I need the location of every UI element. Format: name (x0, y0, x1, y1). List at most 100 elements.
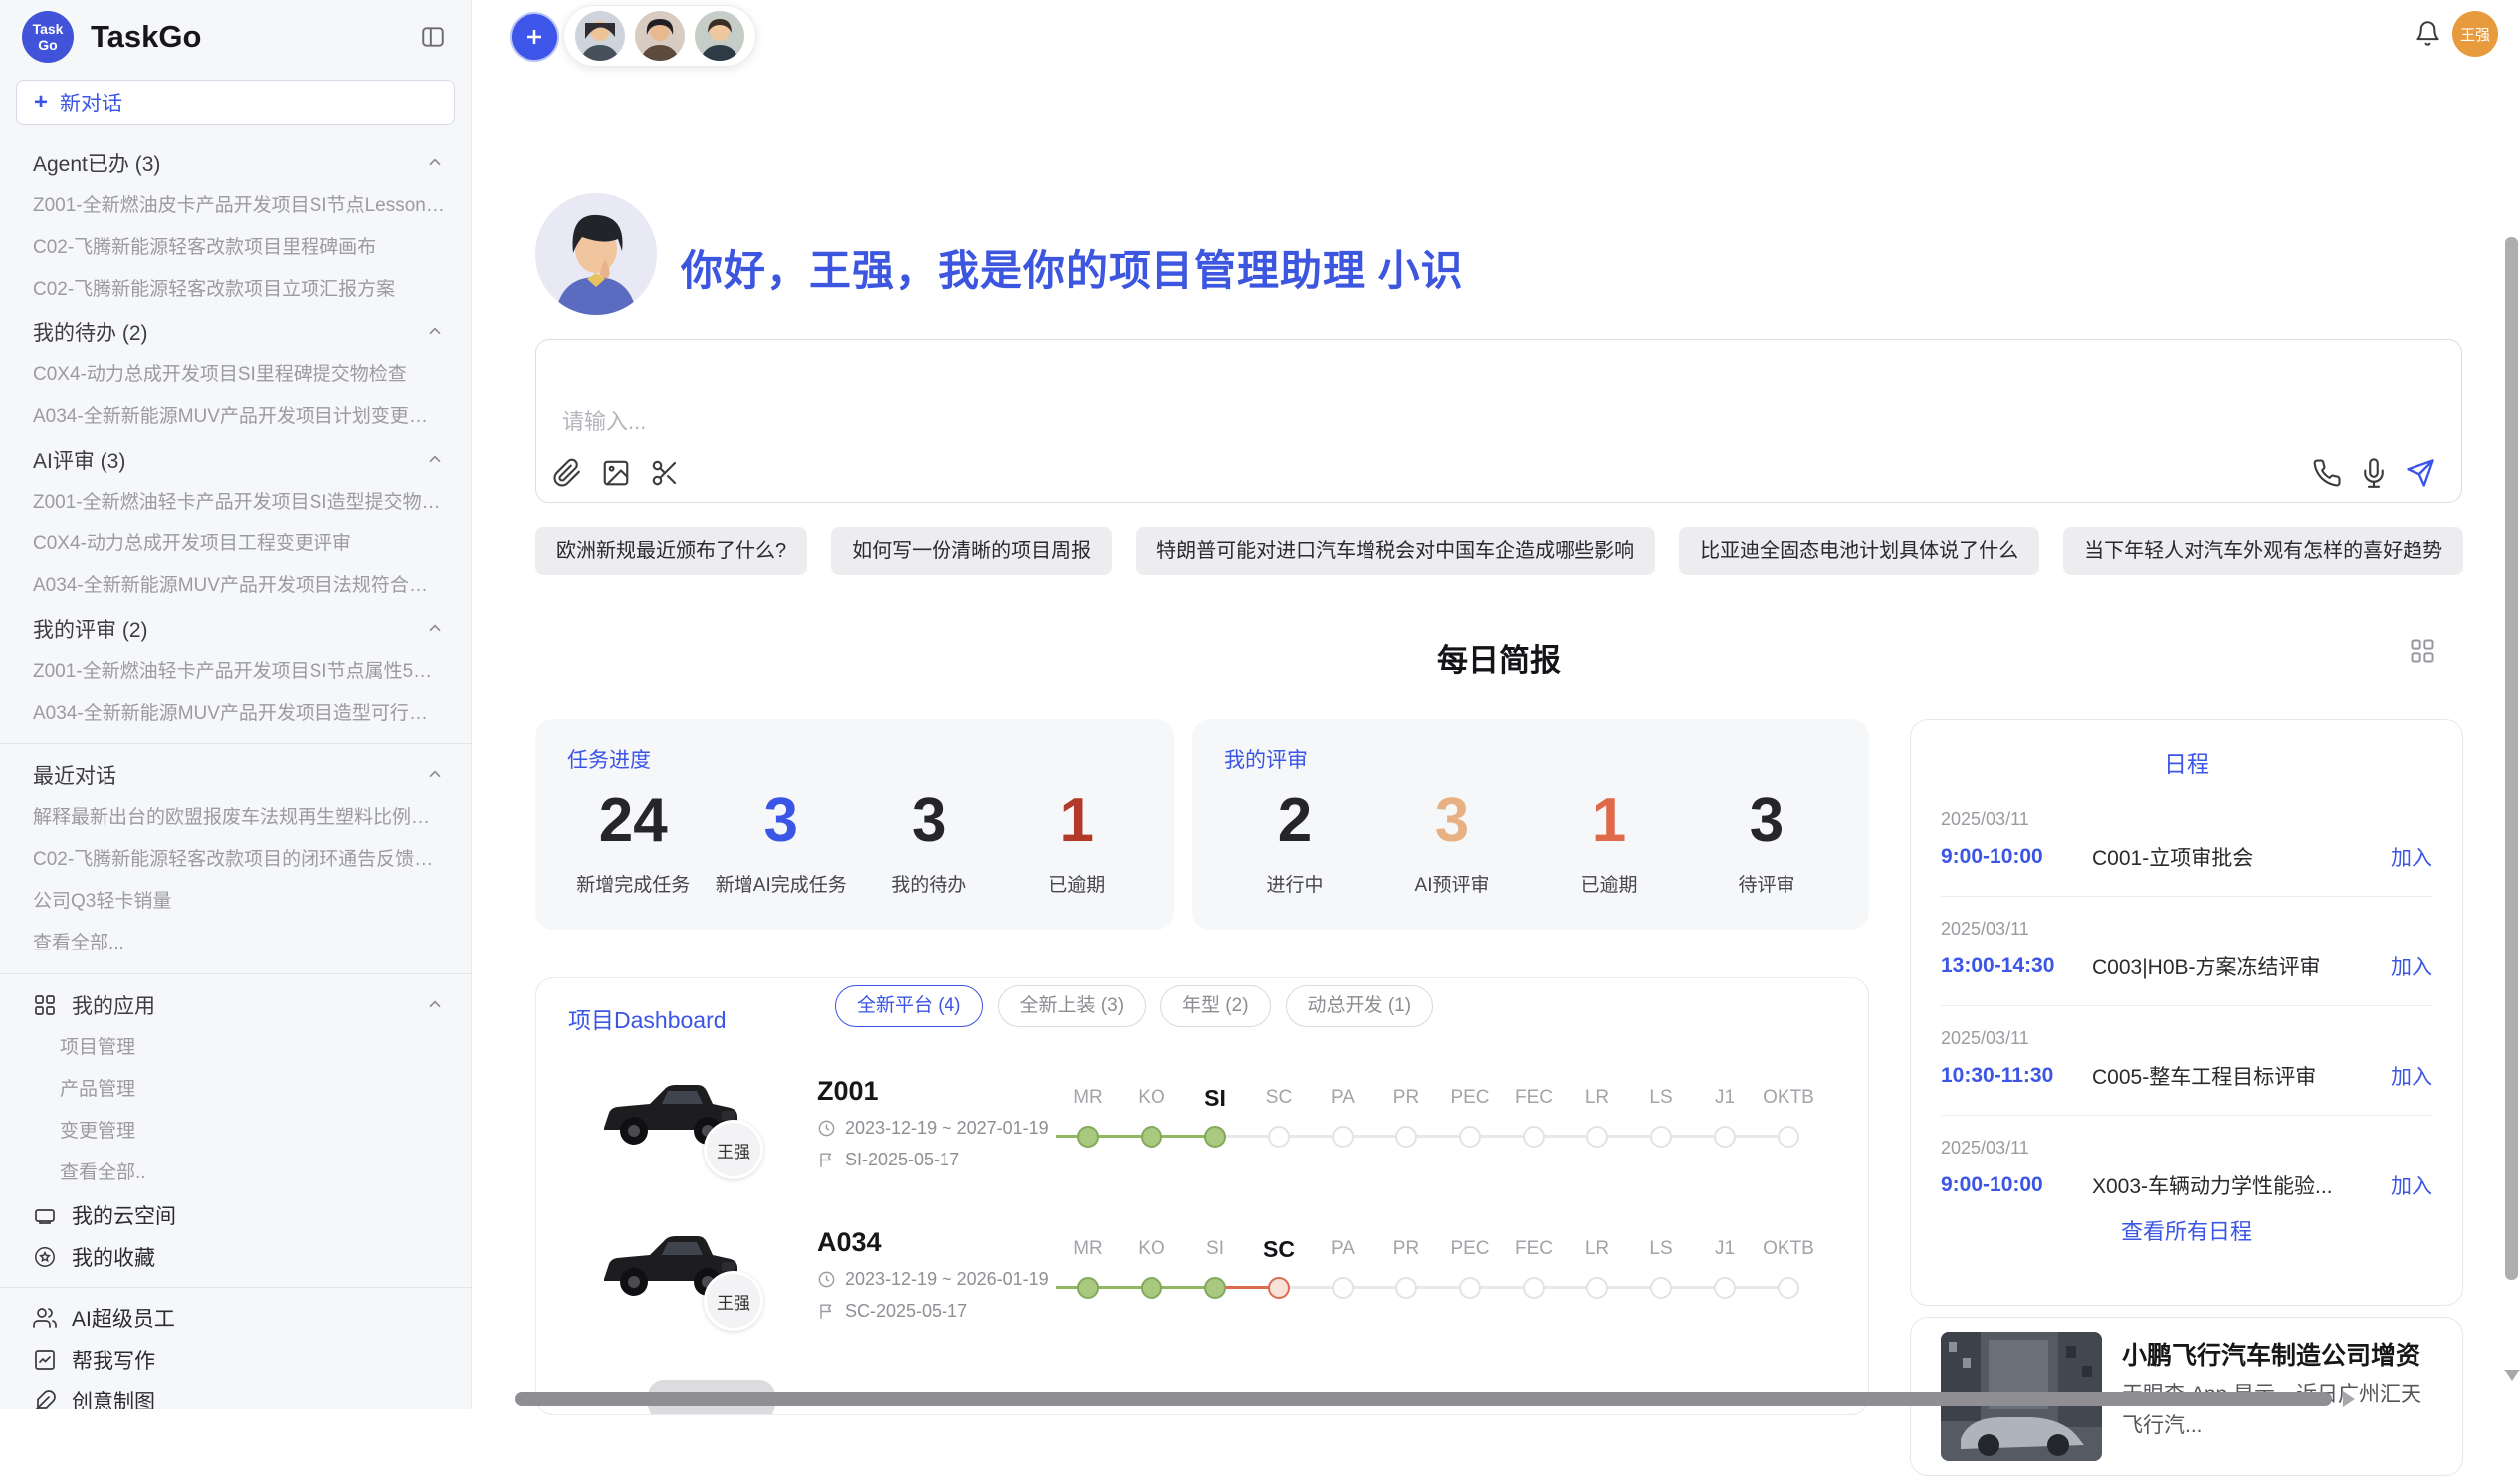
join-link[interactable]: 加入 (2391, 951, 2432, 981)
sidebar-item[interactable]: 项目管理 (0, 1027, 471, 1069)
schedule-item[interactable]: 2025/03/119:00-10:00C001-立项审批会加入 (1941, 809, 2432, 872)
join-link[interactable]: 加入 (2391, 1170, 2432, 1200)
message-composer[interactable]: 请输入... (535, 339, 2462, 503)
sidebar-item[interactable]: C02-飞腾新能源轻客改款项目立项汇报方案 (0, 269, 471, 311)
project-row[interactable]: 王强Z0012023-12-19 ~ 2027-01-19SI-2025-05-… (536, 1054, 1868, 1195)
new-session-button[interactable] (512, 14, 557, 60)
sidebar-tool-pen[interactable]: 创意制图 (0, 1380, 471, 1409)
filter-chip[interactable]: 全新平台 (4) (835, 985, 983, 1027)
scroll-down-arrow[interactable] (2504, 1370, 2520, 1381)
sidebar-section-header[interactable]: 最近对话 (0, 753, 471, 797)
sidebar-item[interactable]: A034-全新新能源MUV产品开发项目计划变更表编写 (0, 396, 471, 438)
sidebar-item[interactable]: Z001-全新燃油轻卡产品开发项目SI造型提交物评审 (0, 482, 471, 524)
project-row[interactable]: 王强A0342023-12-19 ~ 2026-01-19SC-2025-05-… (536, 1205, 1868, 1347)
milestone-dot[interactable] (1204, 1126, 1226, 1148)
sidebar-link-cloud[interactable]: 我的云空间 (0, 1194, 471, 1236)
sidebar-link-star[interactable]: 我的收藏 (0, 1236, 471, 1278)
filter-chip[interactable]: 动总开发 (1) (1286, 985, 1434, 1027)
sidebar-collapse-icon[interactable] (417, 21, 449, 53)
scroll-right-arrow[interactable] (2343, 1391, 2355, 1407)
suggestion-chip[interactable]: 特朗普可能对进口汽车增税会对中国车企造成哪些影响 (1136, 527, 1655, 575)
chevron-up-icon[interactable] (425, 153, 445, 173)
notification-bell-icon[interactable] (2415, 20, 2441, 47)
sidebar-item[interactable]: 解释最新出台的欧盟报废车法规再生塑料比例被调至15%... (0, 797, 471, 839)
scissors-icon[interactable] (650, 458, 680, 488)
suggestion-chip[interactable]: 如何写一份清晰的项目周报 (831, 527, 1112, 575)
milestone-dot[interactable] (1714, 1277, 1736, 1299)
join-link[interactable]: 加入 (2391, 842, 2432, 872)
milestone-dot[interactable] (1650, 1126, 1672, 1148)
layout-grid-icon[interactable] (2409, 637, 2436, 665)
sidebar-section-header[interactable]: 我的评审 (2) (0, 607, 471, 651)
sidebar-item[interactable]: C02-飞腾新能源轻客改款项目的闭环通告反馈情况 (0, 839, 471, 881)
milestone-dot[interactable] (1778, 1126, 1799, 1148)
filter-chip[interactable]: 年型 (2) (1160, 985, 1271, 1027)
milestone-dot[interactable] (1586, 1277, 1608, 1299)
image-icon[interactable] (601, 458, 631, 488)
paperclip-icon[interactable] (552, 458, 582, 488)
milestone-dot[interactable] (1586, 1126, 1608, 1148)
milestone-dot[interactable] (1459, 1277, 1481, 1299)
milestone-dot[interactable] (1459, 1126, 1481, 1148)
milestone-dot[interactable] (1523, 1126, 1545, 1148)
milestone-dot[interactable] (1650, 1277, 1672, 1299)
milestone-dot[interactable] (1778, 1277, 1799, 1299)
sidebar-section-header[interactable]: AI评审 (3) (0, 438, 471, 482)
microphone-icon[interactable] (2359, 458, 2389, 488)
sidebar-tool-people[interactable]: AI超级员工 (0, 1297, 471, 1339)
new-chat-button[interactable]: + 新对话 (16, 80, 455, 125)
sidebar-item[interactable]: Z001-全新燃油轻卡产品开发项目SI节点属性5D文件评审 (0, 651, 471, 693)
contact-avatar[interactable] (575, 11, 625, 61)
sidebar-item[interactable]: Z001-全新燃油皮卡产品开发项目SI节点Lesson Learn报告 (0, 185, 471, 227)
milestone-dot[interactable] (1523, 1277, 1545, 1299)
suggestion-chip[interactable]: 当下年轻人对汽车外观有怎样的喜好趋势 (2063, 527, 2463, 575)
sidebar-item[interactable]: C0X4-动力总成开发项目工程变更评审 (0, 524, 471, 565)
sidebar-section-header[interactable]: 我的待办 (2) (0, 311, 471, 354)
milestone-dot[interactable] (1332, 1126, 1354, 1148)
milestone-dot[interactable] (1204, 1277, 1226, 1299)
suggestion-chip[interactable]: 欧洲新规最近颁布了什么? (535, 527, 807, 575)
send-icon[interactable] (2406, 458, 2435, 488)
filter-chip[interactable]: 全新上装 (3) (998, 985, 1147, 1027)
milestone-dot[interactable] (1714, 1126, 1736, 1148)
suggestion-chip[interactable]: 比亚迪全固态电池计划具体说了什么 (1679, 527, 2039, 575)
chevron-up-icon[interactable] (425, 619, 445, 639)
sidebar-item[interactable]: C0X4-动力总成开发项目SI里程碑提交物检查 (0, 354, 471, 396)
join-link[interactable]: 加入 (2391, 1061, 2432, 1091)
chevron-up-icon[interactable] (425, 995, 445, 1015)
milestone-dot[interactable] (1395, 1126, 1417, 1148)
contact-avatar[interactable] (695, 11, 744, 61)
chevron-up-icon[interactable] (425, 450, 445, 470)
chevron-up-icon[interactable] (425, 765, 445, 785)
schedule-item[interactable]: 2025/03/1113:00-14:30C003|H0B-方案冻结评审加入 (1941, 919, 2432, 981)
schedule-item[interactable]: 2025/03/119:00-10:00X003-车辆动力学性能验...加入 (1941, 1138, 2432, 1200)
sidebar-item[interactable]: A034-全新新能源MUV产品开发项目造型可行性评审 (0, 693, 471, 735)
user-avatar[interactable]: 王强 (2452, 11, 2498, 57)
view-all-schedule-link[interactable]: 查看所有日程 (1941, 1214, 2432, 1246)
sidebar-item[interactable]: C02-飞腾新能源轻客改款项目里程碑画布 (0, 227, 471, 269)
chevron-up-icon[interactable] (425, 322, 445, 342)
milestone-dot[interactable] (1141, 1277, 1162, 1299)
milestone-dot[interactable] (1268, 1126, 1290, 1148)
sidebar-tool-write[interactable]: 帮我写作 (0, 1339, 471, 1380)
vertical-scrollbar[interactable] (2505, 237, 2518, 1280)
sidebar-item[interactable]: 查看全部.. (0, 1153, 471, 1194)
schedule-item[interactable]: 2025/03/1110:30-11:30C005-整车工程目标评审加入 (1941, 1028, 2432, 1091)
milestone-dot[interactable] (1077, 1277, 1099, 1299)
milestone-dot[interactable] (1268, 1277, 1290, 1299)
milestone-dot[interactable] (1395, 1277, 1417, 1299)
sidebar-item[interactable]: 变更管理 (0, 1111, 471, 1153)
milestone-dot[interactable] (1141, 1126, 1162, 1148)
contact-avatar[interactable] (635, 11, 685, 61)
sidebar-section-label: AI评审 (3) (33, 445, 125, 475)
sidebar-section-header[interactable]: Agent已办 (3) (0, 141, 471, 185)
milestone-dot[interactable] (1332, 1277, 1354, 1299)
horizontal-scrollbar[interactable] (515, 1392, 2332, 1406)
sidebar-item[interactable]: 查看全部... (0, 923, 471, 964)
sidebar-section-header[interactable]: 我的应用 (0, 983, 471, 1027)
phone-icon[interactable] (2312, 458, 2342, 488)
milestone-dot[interactable] (1077, 1126, 1099, 1148)
sidebar-item[interactable]: A034-全新新能源MUV产品开发项目法规符合性评审 (0, 565, 471, 607)
sidebar-item[interactable]: 公司Q3轻卡销量 (0, 881, 471, 923)
sidebar-item[interactable]: 产品管理 (0, 1069, 471, 1111)
